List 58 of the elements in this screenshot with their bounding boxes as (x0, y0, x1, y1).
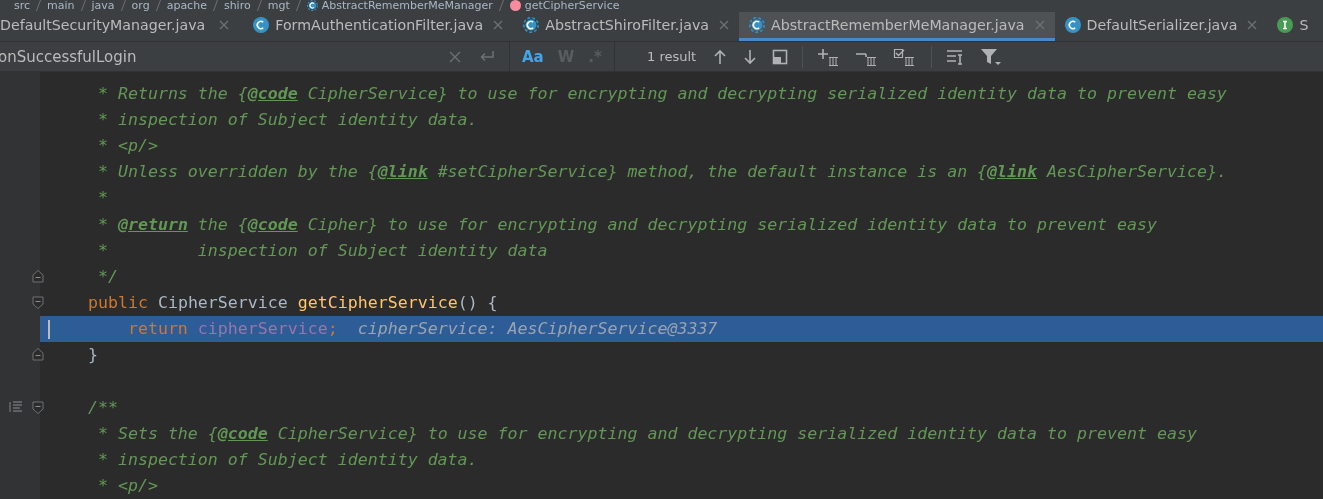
tab-label: DefaultSerializer.java (1086, 17, 1238, 34)
editor-tab[interactable]: AbstractRememberMeManager.java (738, 11, 1055, 42)
breadcrumb-item[interactable]: shiro (223, 0, 251, 12)
close-icon[interactable] (493, 20, 504, 31)
code-line: * <p/> (96, 475, 158, 498)
tab-label: FormAuthenticationFilter.java (275, 17, 484, 34)
editor-tab[interactable]: DefaultSerializer.java (1054, 11, 1268, 42)
tab-label: DefaultSecurityManager.java (0, 17, 206, 34)
breadcrumb-item[interactable]: apache (166, 0, 207, 12)
search-option-toggle[interactable]: Aa (518, 45, 548, 68)
breadcrumb-item[interactable]: org (131, 0, 150, 12)
newline-icon[interactable] (479, 49, 495, 64)
code-line: * inspection of Subject identity data. (96, 108, 478, 131)
fold-icon[interactable] (32, 400, 44, 414)
code-line: * Sets the {@code CipherService} to use for encrypting and decrypting serialized identity data to prevent easy (96, 423, 1197, 446)
abstract-class-icon (306, 0, 318, 12)
rendered-doc-icon[interactable] (9, 401, 23, 414)
close-icon[interactable] (219, 20, 230, 31)
tab-label: S (1299, 17, 1309, 34)
class-icon (253, 17, 270, 34)
breadcrumb-item[interactable]: getCipherService (524, 0, 620, 12)
editor-tab[interactable]: DefaultSecurityManager.java (0, 11, 244, 42)
breadcrumb-item[interactable]: java (91, 0, 115, 12)
code-line: /** (86, 396, 118, 419)
editor-tab[interactable]: AbstractShiroFilter.java (513, 11, 739, 42)
interface-icon (1277, 17, 1294, 34)
code-line: } (86, 344, 98, 367)
code-line: * @return the {@code Cipher} to use for encrypting and decrypting serialized identity data to prevent easy (96, 213, 1157, 236)
result-count: 1 result (646, 49, 698, 65)
unfold-icon[interactable] (32, 269, 44, 283)
clear-icon[interactable] (449, 50, 461, 63)
breadcrumb-item[interactable]: main (47, 0, 75, 12)
code-line: */ (96, 265, 118, 288)
editor-tab[interactable]: S (1267, 11, 1319, 42)
breadcrumb-item[interactable]: AbstractRememberMeManager (321, 0, 493, 12)
editor-tab[interactable]: FormAuthenticationFilter.java (243, 11, 514, 42)
tab-label: AbstractShiroFilter.java (545, 17, 709, 34)
class-icon (1064, 17, 1081, 34)
down-arrow-icon[interactable] (742, 48, 759, 65)
code-line: public CipherService getCipherService() { (86, 292, 498, 315)
close-icon[interactable] (718, 20, 729, 31)
unfold-icon[interactable] (32, 348, 44, 362)
window-icon[interactable] (772, 48, 789, 65)
code-line: * <p/> (96, 134, 158, 157)
method-icon (509, 0, 521, 12)
code-line: * Unless overridden by the {@link #setCipherService} method, the default instance is an {@link AesCipherService}. (96, 161, 1227, 184)
breadcrumb-item[interactable]: mgt (267, 0, 290, 12)
tab-label: AbstractRememberMeManager.java (770, 17, 1025, 34)
code-line: * inspection of Subject identity data. (96, 449, 478, 472)
code-line: * inspection of Subject identity data (96, 239, 548, 262)
fold-icon[interactable] (32, 296, 44, 310)
filter-icon[interactable] (980, 47, 1003, 66)
code-line: * Returns the {@code CipherService} to use for encrypting and decrypting serialized identity data to prevent easy (96, 82, 1227, 105)
abstract-class-icon (523, 17, 540, 34)
code-line: * (96, 187, 108, 210)
abstract-class-icon (748, 17, 765, 34)
close-icon[interactable] (1247, 20, 1258, 31)
breadcrumb-item[interactable]: src (14, 0, 31, 12)
